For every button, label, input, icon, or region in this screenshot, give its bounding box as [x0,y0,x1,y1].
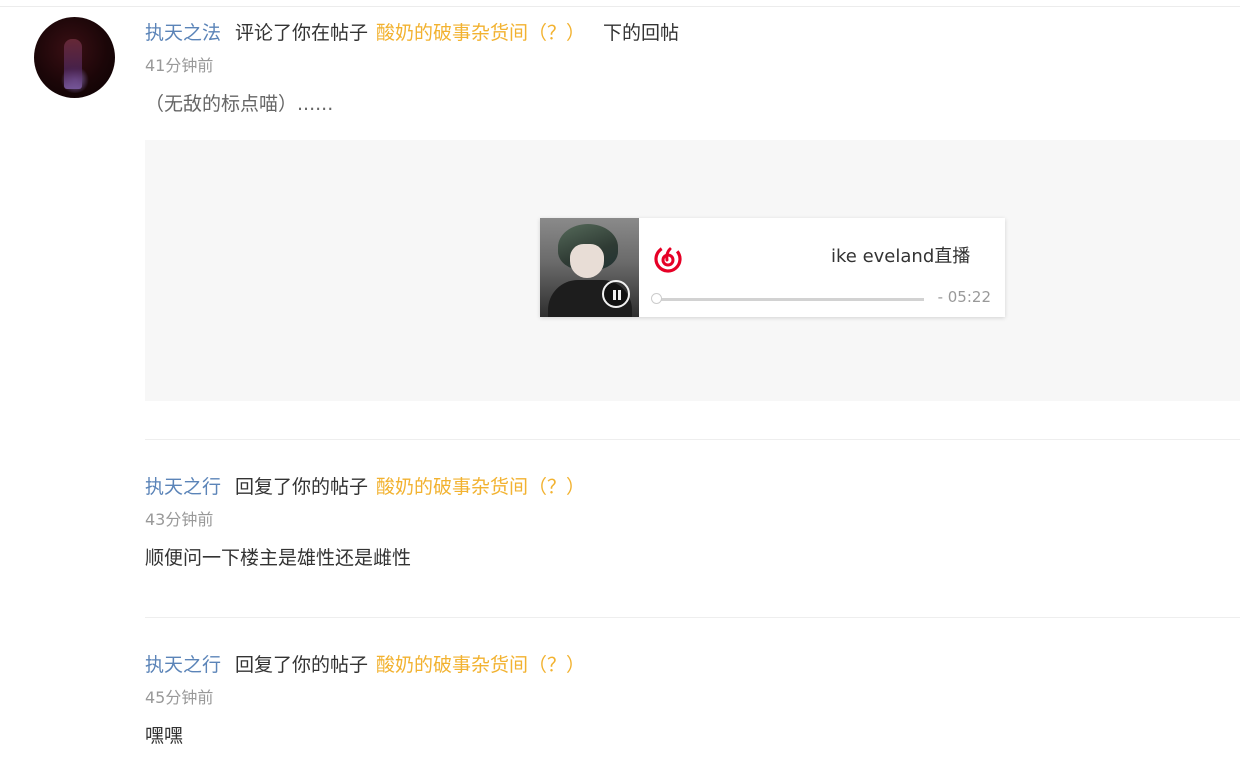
notification-divider [145,439,1240,440]
timestamp: 45分钟前 [145,688,214,707]
action-text: 回复了你的帖子 [235,654,369,676]
user-avatar[interactable] [34,17,115,98]
media-embed-area: ike eveland直播 - 05:22 [145,140,1240,401]
timestamp: 43分钟前 [145,510,214,529]
notification-item-2: 执天之行 回复了你的帖子 酸奶的破事杂货间（？） 43分钟前 顺便问一下楼主是雄性还… [145,474,585,571]
reply-content[interactable]: 嘿嘿 [145,723,585,749]
top-divider [0,6,1240,7]
notification-header: 执天之行 回复了你的帖子 酸奶的破事杂货间（？） [145,652,585,678]
track-duration: - 05:22 [937,288,991,306]
notification-header: 执天之行 回复了你的帖子 酸奶的破事杂货间（？） [145,474,585,500]
username-link[interactable]: 执天之行 [145,476,221,498]
username-link[interactable]: 执天之法 [145,22,221,44]
notification-divider [145,617,1240,618]
progress-bar[interactable] [651,293,924,304]
notification-header: 执天之法 评论了你在帖子 酸奶的破事杂货间（？） 下的回帖 [145,20,679,46]
pause-button[interactable] [602,280,630,308]
action-text: 评论了你在帖子 [235,22,369,44]
track-title: ike eveland直播 [831,246,971,267]
comment-content[interactable]: （无敌的标点喵）...... [145,91,679,117]
action-suffix: 下的回帖 [603,22,680,44]
reply-content[interactable]: 顺便问一下楼主是雄性还是雌性 [145,545,585,571]
music-player[interactable]: ike eveland直播 - 05:22 [540,218,1005,317]
progress-knob[interactable] [651,293,662,304]
post-title-link[interactable]: 酸奶的破事杂货间（？） [376,654,585,676]
notification-item-1: 执天之法 评论了你在帖子 酸奶的破事杂货间（？） 下的回帖 41分钟前 （无敌的标点喵… [145,20,679,117]
avatar-figure [64,39,82,89]
post-title-link[interactable]: 酸奶的破事杂货间（？） [376,22,585,44]
username-link[interactable]: 执天之行 [145,654,221,676]
timestamp: 41分钟前 [145,56,214,75]
cover-figure-face [570,244,604,278]
action-text: 回复了你的帖子 [235,476,369,498]
post-title-link[interactable]: 酸奶的破事杂货间（？） [376,476,585,498]
album-cover [540,218,639,317]
notification-item-3: 执天之行 回复了你的帖子 酸奶的破事杂货间（？） 45分钟前 嘿嘿 [145,652,585,749]
netease-music-icon [654,245,682,273]
